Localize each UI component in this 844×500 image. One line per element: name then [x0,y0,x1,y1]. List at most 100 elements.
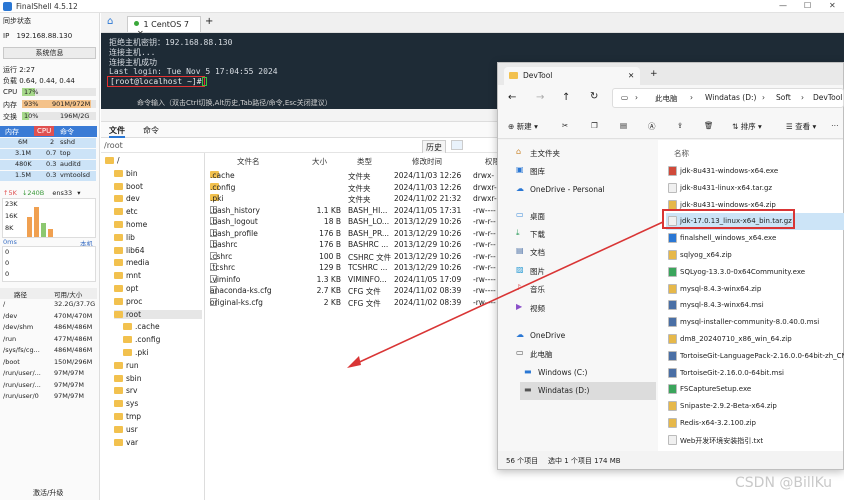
explorer-file[interactable]: TortoiseGit-LanguagePack-2.16.0.0-64bit-… [666,348,844,365]
fs-row[interactable]: /run/user/0 97M/97M [0,392,97,403]
delete-icon[interactable]: 🗑 [704,121,714,130]
fs-row[interactable]: /sys/fs/cg... 486M/486M [0,346,97,357]
col-size[interactable]: 大小 [312,156,327,168]
proc-row[interactable]: 6M 2 sshd [0,138,96,148]
up-icon[interactable]: ↑ [562,92,570,103]
fs-col-size[interactable]: 可用/大小 [54,289,82,299]
col-filename[interactable]: 文件名 [237,156,260,168]
nav-item[interactable]: ▣ 图库 [512,162,656,180]
file-row[interactable]: .cache 文件夹 2024/11/03 12:26 drwx- [207,171,500,183]
tree-node[interactable]: usr [114,425,138,434]
proc-row[interactable]: 3.1M 0.7 top [0,149,96,159]
maximize-button[interactable]: ☐ [804,1,811,10]
proc-col-cmd[interactable]: 命令 [60,127,74,137]
tree-node[interactable]: sys [114,399,138,408]
tree-node[interactable]: bin [114,169,138,178]
more-icon[interactable]: ⋯ [831,121,839,130]
breadcrumb-item[interactable]: Soft [776,93,791,102]
fs-row[interactable]: /boot 150M/296M [0,358,97,369]
proc-row[interactable]: 480K 0.3 auditd [0,160,96,170]
net-interface[interactable]: ens33 [52,189,72,197]
tree-node[interactable]: .pki [123,348,149,357]
tab-commands[interactable]: 命令 [143,125,159,136]
tree-node[interactable]: etc [114,207,138,216]
tree-node[interactable]: dev [114,194,140,203]
forward-icon[interactable]: → [536,92,544,103]
explorer-file[interactable]: mysql-8.4.3-winx64.zip [666,281,844,298]
tree-node[interactable]: .config [123,335,160,344]
tab-files[interactable]: 文件 [109,125,125,138]
fs-col-path[interactable]: 路径 [14,289,27,299]
breadcrumb[interactable]: ▭ › 此电脑 › Windatas (D:) › Soft › DevTool [612,88,844,108]
tree-node[interactable]: home [114,220,147,229]
paste-icon[interactable]: ▤ [620,121,627,130]
sysinfo-button[interactable]: 系统信息 [3,47,96,59]
explorer-file[interactable]: Redis-x64-3.2.100.zip [666,415,844,432]
close-icon[interactable]: ✕ [628,71,634,80]
tree-node[interactable]: .cache [123,322,160,331]
new-button[interactable]: ⊕ 新建 ▾ [508,121,538,132]
minimize-button[interactable]: — [779,1,787,10]
cut-icon[interactable]: ✂ [562,121,568,130]
explorer-file[interactable]: dm8_20240710_x86_win_64.zip [666,331,844,348]
explorer-file[interactable]: SQLyog-13.3.0-0x64Community.exe [666,264,844,281]
explorer-file[interactable]: finalshell_windows_x64.exe [666,230,844,247]
tree-node[interactable]: root [114,309,202,319]
explorer-file[interactable]: mysql-installer-community-8.0.40.0.msi [666,314,844,331]
breadcrumb-item[interactable]: 此电脑 [655,93,678,104]
tree-node[interactable]: / [105,156,120,165]
nav-item[interactable]: ▬ Windatas (D:) [520,382,656,400]
tab-centos7[interactable]: 1 CentOS 7 ✕ [127,16,201,38]
tree-node[interactable]: media [114,258,149,267]
nav-item[interactable]: ⌂ 主文件夹 [512,144,656,162]
explorer-file[interactable]: TortoiseGit-2.16.0.0-64bit.msi [666,365,844,382]
copy-icon[interactable]: ❐ [591,121,598,130]
col-type[interactable]: 类型 [357,156,372,168]
close-button[interactable]: ✕ [829,1,836,10]
file-row[interactable]: .pki 文件夹 2024/11/02 21:32 drwxr- [207,194,500,206]
chevron-down-icon[interactable]: ▾ [77,189,80,197]
fs-row[interactable]: / 32.2G/37.7G [0,300,97,311]
explorer-file[interactable]: Web开发环境安装指引.txt [666,432,844,449]
explorer-file[interactable]: FSCaptureSetup.exe [666,381,844,398]
breadcrumb-item[interactable]: DevTool [813,93,842,102]
fs-row[interactable]: /run 477M/486M [0,335,97,346]
tree-node[interactable]: var [114,438,138,447]
nav-item[interactable]: ☁ OneDrive - Personal [512,181,656,199]
tree-node[interactable]: srv [114,386,137,395]
folder-icon[interactable]: ⌂ [107,16,113,27]
view-button[interactable]: ☰ 查看 ▾ [786,121,816,132]
add-tab-button[interactable]: + [205,16,213,27]
proc-row[interactable]: 1.5M 0.3 vmtoolsd [0,171,96,181]
explorer-file[interactable]: jdk-8u431-linux-x64.tar.gz [666,180,844,197]
explorer-file[interactable]: Snipaste-2.9.2-Beta-x64.zip [666,398,844,415]
add-tab-button[interactable]: + [650,69,658,79]
sort-button[interactable]: ⇅ 排序 ▾ [732,121,762,132]
refresh-icon[interactable] [451,140,463,150]
breadcrumb-item[interactable]: Windatas (D:) [705,93,756,102]
explorer-tab[interactable]: DevTool ✕ [504,67,640,85]
refresh-icon[interactable]: ↻ [590,91,598,102]
tree-node[interactable]: proc [114,297,142,306]
tree-node[interactable]: tmp [114,412,141,421]
tree-node[interactable]: sbin [114,374,142,383]
col-modified[interactable]: 修改时间 [412,156,442,168]
back-icon[interactable]: ← [508,92,516,103]
upgrade-button[interactable]: 激活/升级 [33,488,63,498]
path-input[interactable]: /root [104,141,123,150]
tree-node[interactable]: lib64 [114,246,144,255]
share-icon[interactable]: ⇪ [677,121,683,130]
explorer-file[interactable]: sqlyog_x64.zip [666,247,844,264]
fs-row[interactable]: /run/user/... 97M/97M [0,369,97,380]
fs-row[interactable]: /dev 470M/470M [0,312,97,323]
tree-node[interactable]: mnt [114,271,141,280]
file-row[interactable]: .bash_history 1.1 KB BASH_HI... 2024/11/05 … [207,205,500,218]
proc-col-mem[interactable]: 内存 [5,127,19,137]
proc-col-cpu[interactable]: CPU [34,126,55,136]
fs-row[interactable]: /run/user/... 97M/97M [0,381,97,392]
tree-node[interactable]: boot [114,182,143,191]
rename-icon[interactable]: Ⓐ [648,121,656,132]
explorer-file[interactable]: mysql-8.4.3-winx64.msi [666,297,844,314]
fs-row[interactable]: /dev/shm 486M/486M [0,323,97,334]
tree-node[interactable]: lib [114,233,135,242]
